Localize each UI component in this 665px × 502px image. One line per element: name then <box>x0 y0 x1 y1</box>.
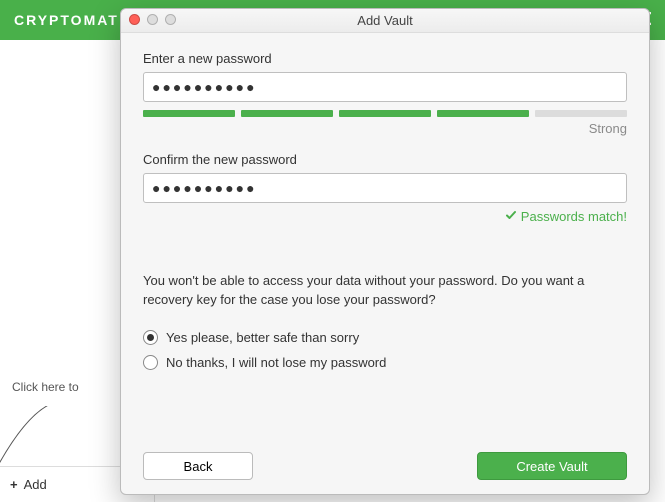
radio-icon <box>143 355 158 370</box>
confirm-label: Confirm the new password <box>143 152 627 167</box>
password-input[interactable] <box>143 72 627 102</box>
strength-label: Strong <box>143 121 627 136</box>
match-text: Passwords match! <box>521 209 627 224</box>
recovery-options: Yes please, better safe than sorry No th… <box>143 320 627 380</box>
dialog-buttons: Back Create Vault <box>143 442 627 480</box>
recovery-prompt: You won't be able to access your data wi… <box>143 272 627 310</box>
strength-meter <box>143 110 627 117</box>
password-match: Passwords match! <box>143 209 627 224</box>
radio-yes-label: Yes please, better safe than sorry <box>166 330 359 345</box>
window-controls <box>129 14 176 25</box>
dialog-content: Enter a new password Strong Confirm the … <box>121 33 649 494</box>
radio-icon <box>143 330 158 345</box>
recovery-yes-radio[interactable]: Yes please, better safe than sorry <box>143 330 627 345</box>
strength-seg-3 <box>339 110 431 117</box>
strength-seg-1 <box>143 110 235 117</box>
dialog-titlebar[interactable]: Add Vault <box>121 9 649 33</box>
close-window-button[interactable] <box>129 14 140 25</box>
strength-seg-5 <box>535 110 627 117</box>
create-vault-button[interactable]: Create Vault <box>477 452 627 480</box>
add-vault-dialog: Add Vault Enter a new password Strong Co… <box>120 8 650 495</box>
add-label: Add <box>24 477 47 492</box>
plus-icon: + <box>10 477 18 492</box>
check-icon <box>505 209 517 224</box>
radio-no-label: No thanks, I will not lose my password <box>166 355 386 370</box>
app-title: CRYPTOMAT <box>14 12 119 28</box>
strength-seg-4 <box>437 110 529 117</box>
recovery-no-radio[interactable]: No thanks, I will not lose my password <box>143 355 627 370</box>
minimize-window-button[interactable] <box>147 14 158 25</box>
zoom-window-button[interactable] <box>165 14 176 25</box>
back-button[interactable]: Back <box>143 452 253 480</box>
password-label: Enter a new password <box>143 51 627 66</box>
dialog-title: Add Vault <box>121 13 649 28</box>
strength-seg-2 <box>241 110 333 117</box>
confirm-password-input[interactable] <box>143 173 627 203</box>
